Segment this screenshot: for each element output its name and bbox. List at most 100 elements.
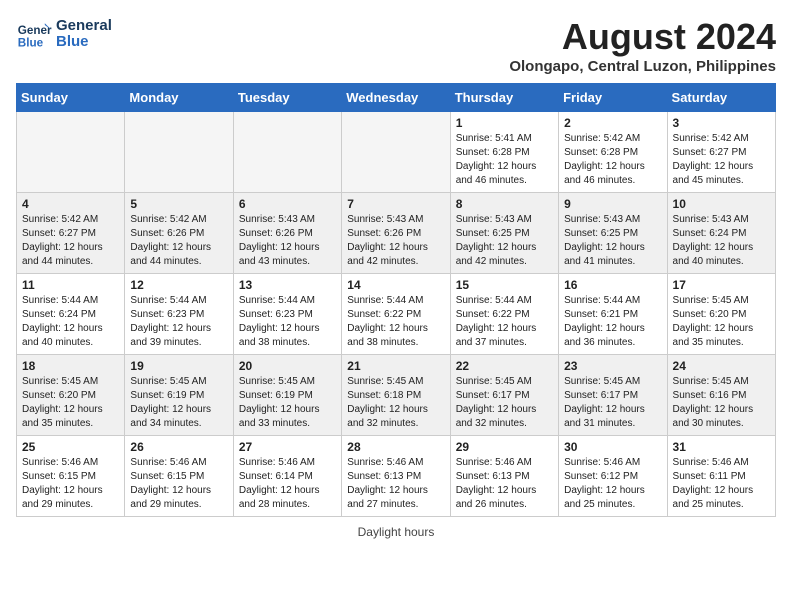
calendar-cell <box>233 112 341 193</box>
day-number: 29 <box>456 440 553 454</box>
calendar-cell <box>342 112 450 193</box>
day-info: Sunrise: 5:45 AM Sunset: 6:17 PM Dayligh… <box>456 375 553 431</box>
calendar-cell: 7 Sunrise: 5:43 AM Sunset: 6:26 PM Daylig… <box>342 193 450 274</box>
day-number: 1 <box>456 116 553 130</box>
day-info: Sunrise: 5:45 AM Sunset: 6:19 PM Dayligh… <box>239 375 336 431</box>
calendar-cell: 26Sunrise: 5:46 AM Sunset: 6:15 PM Dayli… <box>125 436 233 517</box>
calendar-cell: 22 Sunrise: 5:45 AM Sunset: 6:17 PM Dayli… <box>450 355 558 436</box>
day-info: Sunrise: 5:43 AM Sunset: 6:24 PM Dayligh… <box>673 213 770 269</box>
calendar-cell <box>17 112 125 193</box>
calendar-header-sunday: Sunday <box>17 84 125 112</box>
page-header: General Blue General Blue August 2024 Ol… <box>16 16 776 75</box>
day-number: 17 <box>673 278 770 292</box>
day-info: Sunrise: 5:43 AM Sunset: 6:25 PM Dayligh… <box>456 213 553 269</box>
day-info: Sunrise: 5:43 AM Sunset: 6:26 PM Dayligh… <box>347 213 444 269</box>
day-info: Sunrise: 5:46 AM Sunset: 6:13 PM Dayligh… <box>456 456 553 512</box>
calendar-cell: 8 Sunrise: 5:43 AM Sunset: 6:25 PM Daylig… <box>450 193 558 274</box>
day-number: 9 <box>564 197 661 211</box>
calendar-header-thursday: Thursday <box>450 84 558 112</box>
day-info: Sunrise: 5:45 AM Sunset: 6:19 PM Dayligh… <box>130 375 227 431</box>
day-info: Sunrise: 5:42 AM Sunset: 6:27 PM Dayligh… <box>22 213 119 269</box>
calendar-cell: 13 Sunrise: 5:44 AM Sunset: 6:23 PM Dayli… <box>233 274 341 355</box>
day-info: Sunrise: 5:44 AM Sunset: 6:23 PM Dayligh… <box>239 294 336 350</box>
day-number: 31 <box>673 440 770 454</box>
calendar-header-row: SundayMondayTuesdayWednesdayThursdayFrid… <box>17 84 776 112</box>
calendar-header-saturday: Saturday <box>667 84 775 112</box>
calendar-cell: 12Sunrise: 5:44 AM Sunset: 6:23 PM Dayli… <box>125 274 233 355</box>
day-info: Sunrise: 5:42 AM Sunset: 6:27 PM Dayligh… <box>673 132 770 188</box>
day-number: 6 <box>239 197 336 211</box>
day-number: 22 <box>456 359 553 373</box>
day-number: 16 <box>564 278 661 292</box>
title-block: August 2024 Olongapo, Central Luzon, Phi… <box>509 16 776 75</box>
calendar-cell: 23 Sunrise: 5:45 AM Sunset: 6:17 PM Dayli… <box>559 355 667 436</box>
day-number: 21 <box>347 359 444 373</box>
logo-icon: General Blue <box>16 16 52 52</box>
day-info: Sunrise: 5:44 AM Sunset: 6:23 PM Dayligh… <box>130 294 227 350</box>
calendar-cell: 10 Sunrise: 5:43 AM Sunset: 6:24 PM Dayli… <box>667 193 775 274</box>
day-number: 5 <box>130 197 227 211</box>
calendar-cell: 6 Sunrise: 5:43 AM Sunset: 6:26 PM Daylig… <box>233 193 341 274</box>
month-title: August 2024 <box>509 16 776 58</box>
day-info: Sunrise: 5:41 AM Sunset: 6:28 PM Dayligh… <box>456 132 553 188</box>
day-info: Sunrise: 5:44 AM Sunset: 6:21 PM Dayligh… <box>564 294 661 350</box>
day-info: Sunrise: 5:43 AM Sunset: 6:26 PM Dayligh… <box>239 213 336 269</box>
day-number: 3 <box>673 116 770 130</box>
day-info: Sunrise: 5:46 AM Sunset: 6:13 PM Dayligh… <box>347 456 444 512</box>
day-info: Sunrise: 5:42 AM Sunset: 6:26 PM Dayligh… <box>130 213 227 269</box>
location-title: Olongapo, Central Luzon, Philippines <box>509 58 776 75</box>
day-info: Sunrise: 5:45 AM Sunset: 6:20 PM Dayligh… <box>22 375 119 431</box>
calendar-cell: 17Sunrise: 5:45 AM Sunset: 6:20 PM Dayli… <box>667 274 775 355</box>
calendar-cell <box>125 112 233 193</box>
day-info: Sunrise: 5:46 AM Sunset: 6:15 PM Dayligh… <box>22 456 119 512</box>
logo-blue: Blue <box>56 34 112 51</box>
svg-text:Blue: Blue <box>18 37 44 50</box>
day-number: 13 <box>239 278 336 292</box>
day-number: 23 <box>564 359 661 373</box>
calendar-cell: 20Sunrise: 5:45 AM Sunset: 6:19 PM Dayli… <box>233 355 341 436</box>
day-number: 27 <box>239 440 336 454</box>
calendar-header-tuesday: Tuesday <box>233 84 341 112</box>
calendar-week-2: 4 Sunrise: 5:42 AM Sunset: 6:27 PM Daylig… <box>17 193 776 274</box>
calendar-cell: 14 Sunrise: 5:44 AM Sunset: 6:22 PM Dayli… <box>342 274 450 355</box>
day-number: 14 <box>347 278 444 292</box>
day-info: Sunrise: 5:45 AM Sunset: 6:17 PM Dayligh… <box>564 375 661 431</box>
day-number: 2 <box>564 116 661 130</box>
logo-general: General <box>56 18 112 35</box>
calendar-cell: 27Sunrise: 5:46 AM Sunset: 6:14 PM Dayli… <box>233 436 341 517</box>
calendar-cell: 30Sunrise: 5:46 AM Sunset: 6:12 PM Dayli… <box>559 436 667 517</box>
calendar-header-friday: Friday <box>559 84 667 112</box>
logo: General Blue General Blue <box>16 16 112 52</box>
day-number: 28 <box>347 440 444 454</box>
calendar-table: SundayMondayTuesdayWednesdayThursdayFrid… <box>16 83 776 517</box>
calendar-cell: 5 Sunrise: 5:42 AM Sunset: 6:26 PM Daylig… <box>125 193 233 274</box>
day-info: Sunrise: 5:45 AM Sunset: 6:16 PM Dayligh… <box>673 375 770 431</box>
calendar-header-monday: Monday <box>125 84 233 112</box>
day-info: Sunrise: 5:44 AM Sunset: 6:24 PM Dayligh… <box>22 294 119 350</box>
calendar-week-5: 25 Sunrise: 5:46 AM Sunset: 6:15 PM Dayli… <box>17 436 776 517</box>
day-number: 15 <box>456 278 553 292</box>
footer-note: Daylight hours <box>16 525 776 539</box>
day-number: 18 <box>22 359 119 373</box>
day-info: Sunrise: 5:45 AM Sunset: 6:18 PM Dayligh… <box>347 375 444 431</box>
calendar-cell: 3 Sunrise: 5:42 AM Sunset: 6:27 PM Daylig… <box>667 112 775 193</box>
calendar-cell: 19Sunrise: 5:45 AM Sunset: 6:19 PM Dayli… <box>125 355 233 436</box>
calendar-cell: 28 Sunrise: 5:46 AM Sunset: 6:13 PM Dayli… <box>342 436 450 517</box>
day-number: 7 <box>347 197 444 211</box>
calendar-cell: 21 Sunrise: 5:45 AM Sunset: 6:18 PM Dayli… <box>342 355 450 436</box>
day-number: 10 <box>673 197 770 211</box>
day-number: 25 <box>22 440 119 454</box>
calendar-header-wednesday: Wednesday <box>342 84 450 112</box>
day-number: 4 <box>22 197 119 211</box>
day-info: Sunrise: 5:46 AM Sunset: 6:11 PM Dayligh… <box>673 456 770 512</box>
day-info: Sunrise: 5:44 AM Sunset: 6:22 PM Dayligh… <box>347 294 444 350</box>
day-info: Sunrise: 5:42 AM Sunset: 6:28 PM Dayligh… <box>564 132 661 188</box>
calendar-week-3: 11Sunrise: 5:44 AM Sunset: 6:24 PM Dayli… <box>17 274 776 355</box>
calendar-cell: 24Sunrise: 5:45 AM Sunset: 6:16 PM Dayli… <box>667 355 775 436</box>
calendar-cell: 2 Sunrise: 5:42 AM Sunset: 6:28 PM Daylig… <box>559 112 667 193</box>
calendar-cell: 31 Sunrise: 5:46 AM Sunset: 6:11 PM Dayli… <box>667 436 775 517</box>
calendar-week-1: 1 Sunrise: 5:41 AM Sunset: 6:28 PM Daylig… <box>17 112 776 193</box>
day-number: 8 <box>456 197 553 211</box>
calendar-cell: 11Sunrise: 5:44 AM Sunset: 6:24 PM Dayli… <box>17 274 125 355</box>
day-number: 30 <box>564 440 661 454</box>
